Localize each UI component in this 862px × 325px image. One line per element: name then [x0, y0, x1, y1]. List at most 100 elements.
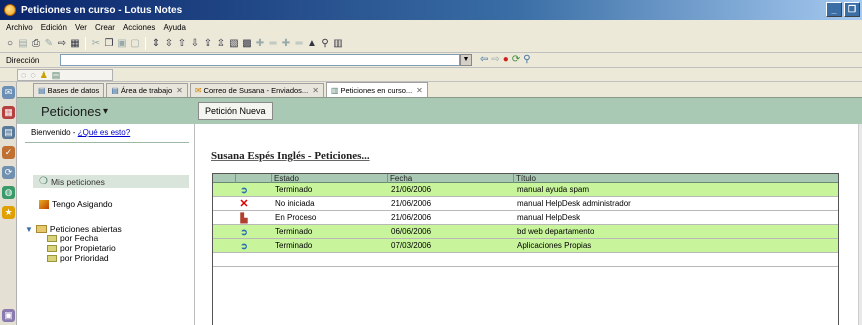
tab-peticiones-en-curso[interactable]: ▥ Peticiones en curso... ✕	[325, 82, 428, 97]
address-input[interactable]	[60, 54, 460, 66]
previous-unread-icon[interactable]: ⇫	[215, 38, 227, 50]
replicator-bookmark-icon[interactable]: ⟳	[2, 166, 15, 179]
refresh-view-icon[interactable]: ▧	[228, 38, 240, 50]
back-icon[interactable]: ⇦	[480, 54, 488, 65]
view-grid-icon[interactable]: ▥	[332, 38, 344, 50]
table-row[interactable]: ▙ En Proceso 21/06/2006 manual HelpDesk	[213, 211, 838, 225]
tab-area-de-trabajo[interactable]: ▤ Área de trabajo ✕	[106, 83, 188, 97]
dash-icon[interactable]: ═	[293, 38, 305, 50]
cell-titulo: bd web departamento	[517, 227, 595, 236]
print-icon[interactable]: ⎙	[30, 38, 42, 50]
menu-archivo[interactable]: Archivo	[2, 23, 37, 32]
navigator-header[interactable]: Peticiones ▾	[17, 98, 195, 124]
favorites-bookmark-icon[interactable]: ★	[2, 206, 15, 219]
properties-icon[interactable]: ▩	[241, 38, 253, 50]
flag-icon	[39, 199, 49, 209]
open-icon[interactable]: ○	[4, 38, 16, 50]
expand-all-icon[interactable]: ⇕	[150, 38, 162, 50]
edit-icon[interactable]: ✎	[43, 38, 55, 50]
tab-bar: ▤ Bases de datos ▤ Área de trabajo ✕ ✉ C…	[17, 82, 862, 98]
what-is-this-link[interactable]: ¿Qué es esto?	[78, 128, 130, 137]
triangle-down-icon[interactable]: ▼	[25, 225, 33, 234]
menu-acciones[interactable]: Acciones	[119, 23, 159, 32]
table-row[interactable]: ✕ No iniciada 21/06/2006 manual HelpDesk…	[213, 197, 838, 211]
table-row-empty[interactable]	[213, 267, 838, 281]
web-bookmark-icon[interactable]: ◍	[2, 186, 15, 199]
window-title: Peticiones en curso - Lotus Notes	[21, 4, 183, 16]
nav-item-por-propietario[interactable]: por Propietario	[47, 243, 116, 253]
minimize-button[interactable]: _	[826, 2, 842, 17]
view-icon	[47, 234, 57, 242]
table-row[interactable]: ➲ Terminado 07/03/2006 Aplicaciones Prop…	[213, 239, 838, 253]
column-header-fecha[interactable]: Fecha	[387, 174, 513, 183]
quick-actions: ◌ ◌ ♟ ▤	[17, 69, 113, 81]
close-icon[interactable]: ✕	[416, 86, 423, 95]
person-icon[interactable]: ♟	[40, 70, 48, 81]
mail-bookmark-icon[interactable]: ✉	[2, 86, 15, 99]
view-icon: ▥	[330, 85, 339, 95]
nav-item-por-fecha[interactable]: por Fecha	[47, 233, 98, 243]
window-controls: _ ❐	[826, 2, 860, 17]
nav-item-por-prioridad[interactable]: por Prioridad	[47, 253, 109, 263]
menu-ver[interactable]: Ver	[71, 23, 91, 32]
nav-item-tengo-asignado[interactable]: Tengo Asigando	[39, 199, 113, 209]
lotus-notes-icon	[4, 4, 16, 16]
navigator-title: Peticiones	[41, 103, 101, 119]
menu-ayuda[interactable]: Ayuda	[159, 23, 190, 32]
add-right-icon[interactable]: ✚	[280, 38, 292, 50]
table-header: Estado Fecha Título	[213, 173, 838, 183]
move-down-icon[interactable]: ⇩	[189, 38, 201, 50]
tab-bases-de-datos[interactable]: ▤ Bases de datos	[33, 83, 105, 97]
close-icon[interactable]: ✕	[176, 86, 183, 95]
column-header-titulo[interactable]: Título	[513, 174, 838, 183]
cell-fecha: 21/06/2006	[391, 185, 432, 194]
menu-bar: Archivo Edición Ver Crear Acciones Ayuda	[0, 20, 862, 35]
table-row-empty[interactable]	[213, 253, 838, 267]
column-header-estado[interactable]: Estado	[271, 174, 387, 183]
table-row[interactable]: ➲ Terminado 06/06/2006 bd web departamen…	[213, 225, 838, 239]
copy-icon[interactable]: ❐	[103, 38, 115, 50]
menu-edicion[interactable]: Edición	[37, 23, 71, 32]
calendar-icon[interactable]: ▤	[52, 70, 61, 81]
chat-icon[interactable]: ◌	[21, 70, 26, 80]
column-header-selector[interactable]	[213, 174, 235, 183]
equal-icon[interactable]: ═	[267, 38, 279, 50]
paste-icon[interactable]: ▣	[116, 38, 128, 50]
column-header-icon[interactable]	[235, 174, 271, 183]
tab-correo[interactable]: ✉ Correo de Susana - Enviados... ✕	[189, 83, 324, 97]
view-title: Susana Espés Inglés - Peticiones...	[211, 150, 370, 162]
nav-item-mis-peticiones[interactable]: ❍ Mis peticiones	[33, 175, 189, 188]
restore-button[interactable]: ❐	[844, 2, 860, 17]
next-unread-icon[interactable]: ⇪	[202, 38, 214, 50]
close-icon[interactable]: ✕	[312, 86, 319, 95]
bookmark-bar: ✉ ▦ ▤ ✓ ⟳ ◍ ★ ▣	[0, 82, 17, 325]
add-icon[interactable]: ✚	[254, 38, 266, 50]
toolbar-separator	[85, 37, 86, 50]
collapse-all-icon[interactable]: ⇳	[163, 38, 175, 50]
forward-nav-icon[interactable]: ⇨	[491, 54, 499, 65]
stop-icon[interactable]: ●	[503, 54, 509, 65]
new-request-button[interactable]: Petición Nueva	[198, 102, 273, 120]
scrollbar[interactable]	[858, 124, 862, 325]
calendar-bookmark-icon[interactable]: ▦	[2, 106, 15, 119]
databases-bookmark-icon[interactable]: ▣	[2, 309, 15, 322]
refresh-icon[interactable]: ⟳	[512, 54, 520, 65]
new-document-icon[interactable]: ▤	[17, 38, 29, 50]
chat-group-icon[interactable]: ◌	[30, 70, 35, 80]
paste-special-icon[interactable]: ▢	[129, 38, 141, 50]
move-up-icon[interactable]: ⇧	[176, 38, 188, 50]
cell-titulo: Aplicaciones Propias	[517, 241, 592, 250]
search-icon[interactable]: ⚲	[319, 38, 331, 50]
todo-bookmark-icon[interactable]: ✓	[2, 146, 15, 159]
tab-label: Peticiones en curso...	[340, 85, 413, 95]
cut-icon[interactable]: ✂	[90, 38, 102, 50]
binoculars-icon[interactable]: ▲	[306, 38, 318, 50]
printer-icon[interactable]: ▦	[69, 38, 81, 50]
table-row[interactable]: ➲ Terminado 21/06/2006 manual ayuda spam	[213, 183, 838, 197]
address-book-bookmark-icon[interactable]: ▤	[2, 126, 15, 139]
window-title-bar[interactable]: Peticiones en curso - Lotus Notes _ ❐	[0, 0, 862, 20]
forward-icon[interactable]: ⇨	[56, 38, 68, 50]
menu-crear[interactable]: Crear	[91, 23, 119, 32]
address-dropdown-icon[interactable]: ▼	[460, 54, 472, 66]
search-web-icon[interactable]: ⚲	[523, 54, 530, 65]
